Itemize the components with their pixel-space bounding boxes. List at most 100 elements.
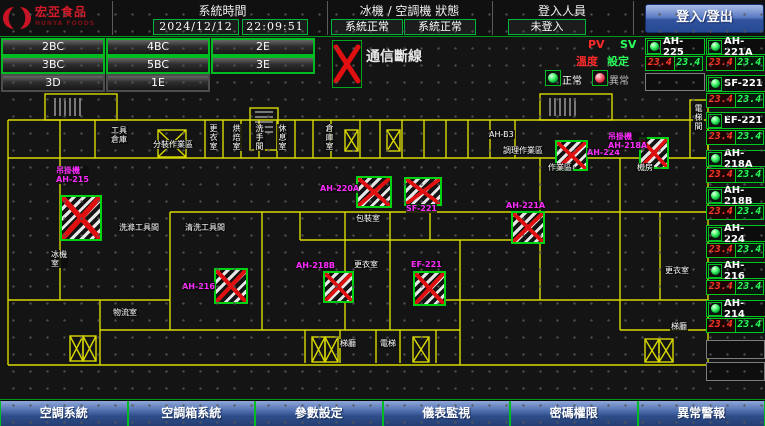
ahu-label: AH-218B bbox=[296, 261, 335, 270]
plan-room-label: 機房 bbox=[636, 163, 654, 172]
ahu-icon-ah-221a[interactable] bbox=[511, 211, 545, 244]
system-clock-value: 22:09:51 bbox=[242, 19, 308, 35]
normal-lamp-icon bbox=[545, 70, 561, 86]
empty-unit-slot bbox=[706, 340, 765, 359]
unit-box-ah-216[interactable]: AH-216 bbox=[706, 262, 765, 279]
unit-status-lamp bbox=[708, 77, 722, 91]
ahu-icon-ah-220a[interactable] bbox=[356, 176, 392, 208]
company-logo: 宏亞食品 HUNYA FOODS bbox=[2, 2, 110, 34]
unit-box-ah-218a[interactable]: AH-218A bbox=[706, 150, 765, 167]
footer-tab-3[interactable]: 儀表監視 bbox=[383, 401, 511, 426]
lamp-glyph bbox=[711, 116, 720, 125]
unit-pv-value: 23.4 bbox=[707, 57, 736, 70]
unit-values-sf-221: 23.423.4 bbox=[706, 93, 764, 108]
unit-box-ah-221a[interactable]: AH-221A bbox=[706, 38, 765, 55]
ahu-icon-sf-221[interactable] bbox=[404, 177, 442, 206]
floor-button-4bc[interactable]: 4BC bbox=[106, 38, 210, 56]
lamp-glyph bbox=[711, 229, 720, 238]
unit-name-label: AH-218B bbox=[724, 185, 764, 207]
unit-status-lamp bbox=[708, 189, 722, 203]
lamp-glyph bbox=[650, 42, 659, 51]
stairs-icon bbox=[55, 98, 575, 132]
floor-button-3bc[interactable]: 3BC bbox=[1, 56, 105, 74]
unit-values-ah-214: 23.423.4 bbox=[706, 318, 764, 333]
unit-box-ah-224[interactable]: AH-224 bbox=[706, 225, 765, 242]
unit-status-lamp bbox=[708, 114, 722, 128]
plan-room-label: 更衣室 bbox=[353, 260, 379, 269]
plan-room-label: AH-B3 bbox=[488, 130, 515, 139]
floor-button-5bc[interactable]: 5BC bbox=[106, 56, 210, 74]
footer-tab-0[interactable]: 空調系統 bbox=[0, 401, 128, 426]
unit-status-lamp bbox=[647, 40, 661, 54]
unit-status-lamp bbox=[708, 302, 722, 316]
plan-room-label: 作業區 bbox=[547, 163, 573, 172]
legend-temp-label: 溫度 bbox=[576, 53, 598, 69]
ahu-label: 吊掛機 AH-215 bbox=[56, 166, 89, 184]
plan-room-label: 烘焙室 bbox=[231, 124, 242, 151]
unit-box-ef-221[interactable]: EF-221 bbox=[706, 112, 765, 129]
login-user-value: 未登入 bbox=[508, 19, 586, 35]
floor-button-2bc[interactable]: 2BC bbox=[1, 38, 105, 56]
unit-box-ah-214[interactable]: AH-214 bbox=[706, 300, 765, 317]
footer-nav: 空調系統空調箱系統參數設定儀表監視密碼權限異常警報 bbox=[0, 399, 765, 426]
floor-plan-drawing bbox=[0, 90, 710, 402]
unit-box-ah-225[interactable]: AH-225 bbox=[645, 38, 705, 55]
header-separator-line bbox=[0, 36, 765, 37]
unit-sv-value: 23.4 bbox=[736, 244, 764, 257]
unit-pv-value: 23.4 bbox=[707, 94, 736, 107]
chiller-status-value: 系統正常 bbox=[331, 19, 403, 35]
unit-name-label: SF-221 bbox=[724, 78, 763, 89]
plan-room-label: 清洗工具間 bbox=[184, 223, 226, 232]
unit-sv-value: 23.4 bbox=[736, 169, 764, 182]
plan-room-label: 電梯 bbox=[379, 339, 397, 348]
floor-button-2e[interactable]: 2E bbox=[211, 38, 315, 56]
plan-room-label: 電梯間 bbox=[693, 104, 704, 131]
footer-tab-2[interactable]: 參數設定 bbox=[255, 401, 383, 426]
ahu-label: SF-221 bbox=[406, 204, 437, 213]
header-divider bbox=[492, 1, 493, 35]
logo-text-en: HUNYA FOODS bbox=[35, 18, 95, 29]
ahu-icon-吊掛機-ah-215[interactable] bbox=[60, 195, 102, 241]
legend-sv-label: SV bbox=[620, 38, 636, 51]
header-divider bbox=[633, 1, 634, 35]
ahu-icon-ef-221[interactable] bbox=[413, 271, 446, 306]
unit-values-ah-218a: 23.423.4 bbox=[706, 168, 764, 183]
ahu-icon-ah-216[interactable] bbox=[214, 268, 248, 304]
legend-set-label: 設定 bbox=[607, 53, 629, 69]
comm-disconnect-icon[interactable] bbox=[332, 40, 362, 88]
comm-disconnect-label: 通信斷線 bbox=[366, 46, 422, 66]
unit-box-sf-221[interactable]: SF-221 bbox=[706, 75, 765, 92]
footer-tab-5[interactable]: 異常警報 bbox=[638, 401, 765, 426]
unit-pv-value: 23.4 bbox=[707, 131, 736, 144]
floor-selector-group: 2BC4BC2E3BC5BC3E3D1E bbox=[1, 38, 331, 92]
lamp-glyph bbox=[711, 154, 720, 163]
plan-room-label: 分裝作業區 bbox=[152, 140, 194, 149]
unit-values-ah-221a: 23.423.4 bbox=[706, 56, 764, 71]
unit-values-ef-221: 23.423.4 bbox=[706, 130, 764, 145]
unit-pv-value: 23.4 bbox=[707, 319, 736, 332]
empty-unit-slot bbox=[645, 73, 705, 91]
footer-tab-1[interactable]: 空調箱系統 bbox=[128, 401, 256, 426]
plan-room-label: 梯廳 bbox=[339, 339, 357, 348]
unit-sv-value: 23.4 bbox=[736, 281, 764, 294]
floor-button-3e[interactable]: 3E bbox=[211, 56, 315, 74]
plan-room-label: 更衣室 bbox=[208, 124, 219, 151]
unit-name-label: AH-214 bbox=[724, 298, 764, 320]
unit-sv-value: 23.4 bbox=[736, 94, 764, 107]
unit-status-lamp bbox=[708, 264, 722, 278]
footer-tab-4[interactable]: 密碼權限 bbox=[510, 401, 638, 426]
legend-pv-label: PV bbox=[588, 38, 605, 51]
login-logout-button[interactable]: 登入/登出 bbox=[645, 4, 764, 33]
unit-name-label: AH-221A bbox=[724, 36, 764, 58]
unit-name-label: AH-225 bbox=[663, 36, 703, 58]
unit-box-ah-218b[interactable]: AH-218B bbox=[706, 187, 765, 204]
unit-values-ah-216: 23.423.4 bbox=[706, 280, 764, 295]
unit-status-lamp bbox=[708, 152, 722, 166]
unit-values-ah-225: 23.423.4 bbox=[645, 56, 703, 71]
plan-room-label: 更衣室 bbox=[664, 266, 690, 275]
plan-room-label: 洗滌工具間 bbox=[118, 223, 160, 232]
unit-pv-value: 23.4 bbox=[707, 244, 736, 257]
header-bar: 宏亞食品 HUNYA FOODS 系統時間 2024/12/12 22:09:5… bbox=[0, 0, 765, 36]
ahu-icon-ah-218b[interactable] bbox=[323, 271, 354, 303]
abnormal-lamp-icon bbox=[592, 70, 608, 86]
